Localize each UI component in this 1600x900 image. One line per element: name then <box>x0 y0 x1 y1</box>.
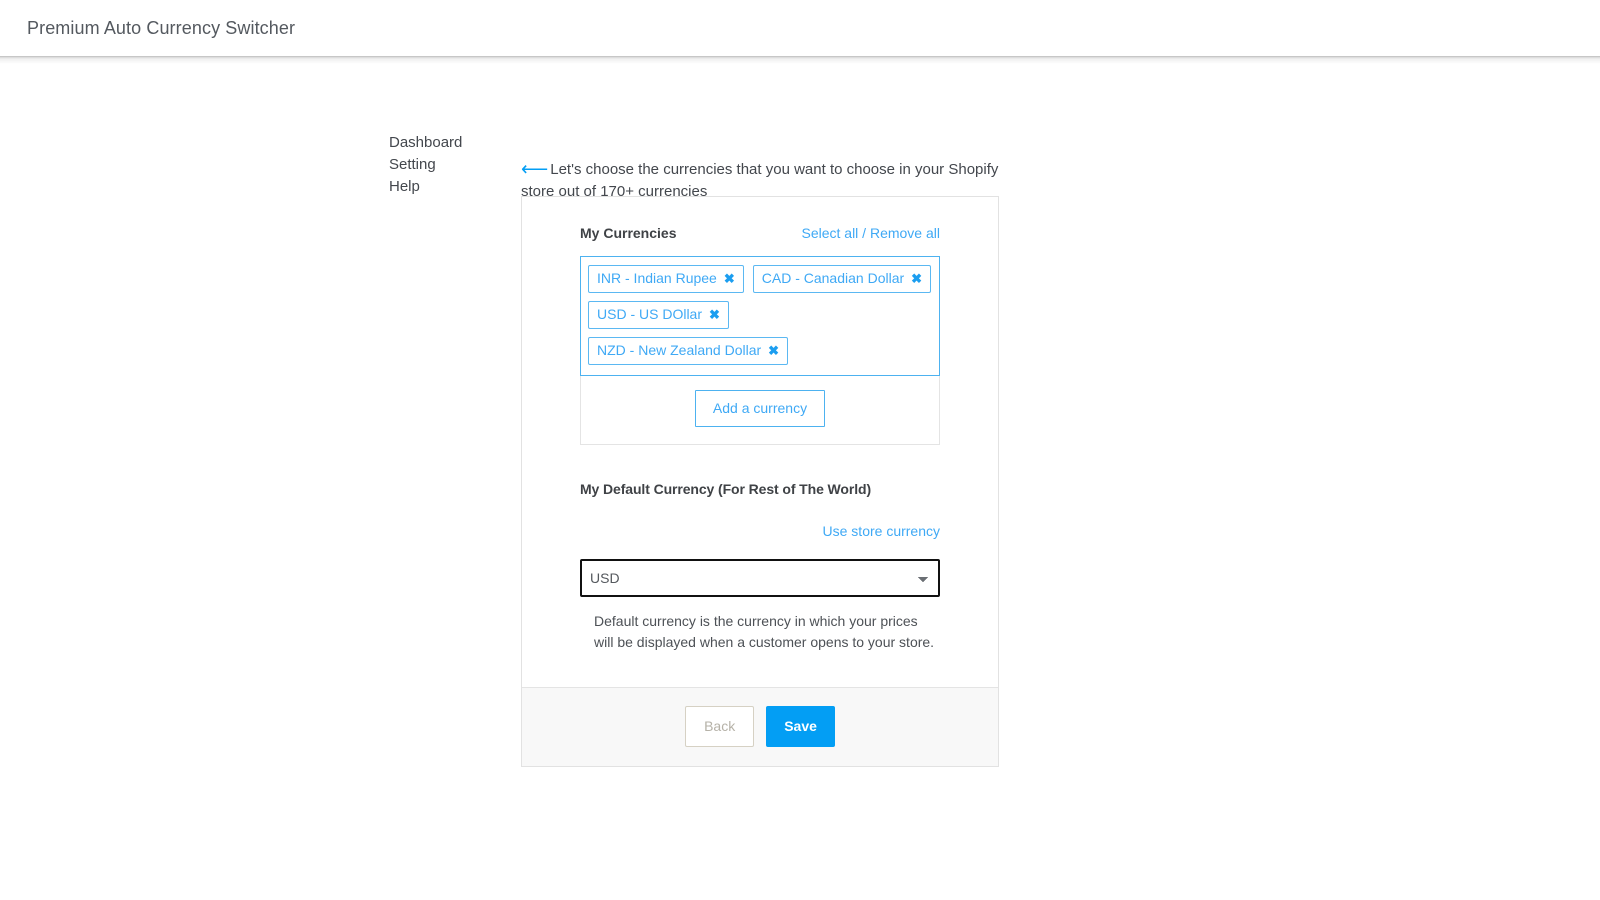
sidebar-item-dashboard[interactable]: Dashboard <box>389 132 519 154</box>
default-currency-help-text: Default currency is the currency in whic… <box>594 613 935 650</box>
card-footer: Back Save <box>522 687 998 766</box>
add-currency-area: Add a currency <box>580 376 940 445</box>
currency-tag[interactable]: INR - Indian Rupee ✖ <box>588 265 744 293</box>
default-currency-select-wrap: USD INR CAD NZD <box>580 559 940 597</box>
sidebar-item-help[interactable]: Help <box>389 176 519 198</box>
save-button[interactable]: Save <box>766 706 835 747</box>
app-header: Premium Auto Currency Switcher <box>0 0 1600 56</box>
page-content: Dashboard Setting Help ⟵ Let's choose the… <box>0 64 1600 900</box>
sidebar-item-label: Help <box>389 178 420 195</box>
default-currency-title: My Default Currency (For Rest of The Wor… <box>580 481 872 497</box>
remove-currency-icon[interactable]: ✖ <box>709 308 720 321</box>
back-button[interactable]: Back <box>685 706 755 747</box>
currency-tag-label: NZD - New Zealand Dollar <box>597 342 762 358</box>
sidebar-item-setting[interactable]: Setting <box>389 154 519 176</box>
long-arrow-left-icon[interactable]: ⟵ <box>521 159 548 180</box>
remove-currency-icon[interactable]: ✖ <box>724 272 735 285</box>
intro-text: Let's choose the currencies that you wan… <box>521 161 999 200</box>
selected-currencies-field[interactable]: INR - Indian Rupee ✖ CAD - Canadian Doll… <box>580 256 940 376</box>
sidebar-item-label: Dashboard <box>389 134 463 151</box>
currency-tag[interactable]: NZD - New Zealand Dollar ✖ <box>588 337 789 365</box>
sidebar-nav: Dashboard Setting Help <box>389 132 519 198</box>
remove-currency-icon[interactable]: ✖ <box>911 272 922 285</box>
sidebar-item-label: Setting <box>389 156 436 173</box>
app-title: Premium Auto Currency Switcher <box>27 17 296 38</box>
remove-currency-icon[interactable]: ✖ <box>768 344 779 357</box>
currency-settings-card: My Currencies Select all / Remove all IN… <box>521 196 999 767</box>
add-currency-button[interactable]: Add a currency <box>694 390 826 427</box>
currency-tag-label: CAD - Canadian Dollar <box>761 270 905 286</box>
currency-tag-label: USD - US DOllar <box>597 306 703 322</box>
my-currencies-header: My Currencies Select all / Remove all <box>580 225 940 241</box>
default-currency-select[interactable]: USD INR CAD NZD <box>580 559 940 597</box>
use-store-currency-link[interactable]: Use store currency <box>823 523 940 539</box>
header-shadow-divider <box>0 56 1600 64</box>
card-body: My Currencies Select all / Remove all IN… <box>522 197 998 687</box>
my-currencies-title: My Currencies <box>580 225 677 241</box>
select-all-remove-all-link[interactable]: Select all / Remove all <box>801 225 940 241</box>
currency-tag-label: INR - Indian Rupee <box>597 270 717 286</box>
use-store-currency-row: Use store currency <box>580 523 940 541</box>
currency-tag[interactable]: CAD - Canadian Dollar ✖ <box>752 265 932 293</box>
currency-tag[interactable]: USD - US DOllar ✖ <box>588 301 729 329</box>
